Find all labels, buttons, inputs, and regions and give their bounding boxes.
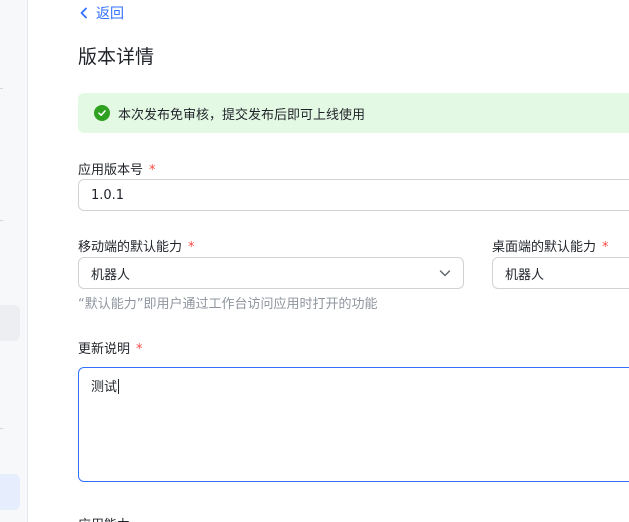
mobile-default-value: 机器人 xyxy=(91,267,131,283)
info-notice: 本次发布免审核，提交发布后即可上线使用 xyxy=(78,93,629,133)
release-notes-label: 更新说明 * xyxy=(78,338,143,357)
chevron-down-icon xyxy=(439,270,451,277)
desktop-default-label: 桌面端的默认能力 * xyxy=(492,236,609,255)
release-notes-textarea[interactable]: 测试 xyxy=(78,367,629,482)
mobile-default-label: 移动端的默认能力 * xyxy=(78,236,195,255)
back-link[interactable]: 返回 xyxy=(78,3,124,23)
required-mark: * xyxy=(188,240,195,255)
chevron-left-icon xyxy=(80,7,87,19)
app-abilities-label: 应用能力 xyxy=(78,514,130,522)
version-details-page: 返回 版本详情 本次发布免审核，提交发布后即可上线使用 应用版本号 * 1.0.1… xyxy=(0,0,629,522)
version-input[interactable]: 1.0.1 xyxy=(78,179,629,211)
page-title: 版本详情 xyxy=(78,46,155,68)
desktop-default-select[interactable]: 机器人 xyxy=(492,257,629,289)
sidebar-item[interactable] xyxy=(0,305,20,341)
version-value: 1.0.1 xyxy=(91,187,125,203)
text-caret xyxy=(118,379,120,394)
sidebar-divider xyxy=(0,428,3,429)
left-sidebar xyxy=(0,0,28,522)
notice-text: 本次发布免审核，提交发布后即可上线使用 xyxy=(118,107,366,123)
required-mark: * xyxy=(602,240,609,255)
mobile-default-label-text: 移动端的默认能力 xyxy=(78,240,183,255)
required-mark: * xyxy=(136,342,143,357)
mobile-default-select[interactable]: 机器人 xyxy=(78,257,464,289)
release-notes-value: 测试 xyxy=(91,380,118,395)
version-label: 应用版本号 * xyxy=(78,159,156,178)
version-label-text: 应用版本号 xyxy=(78,163,144,178)
default-ability-hint: “默认能力”即用户通过工作台访问应用时打开的功能 xyxy=(78,297,378,312)
sidebar-divider xyxy=(0,88,3,89)
desktop-default-label-text: 桌面端的默认能力 xyxy=(492,240,597,255)
desktop-default-value: 机器人 xyxy=(505,267,545,283)
sidebar-divider xyxy=(0,220,3,221)
sidebar-item-active[interactable] xyxy=(0,474,20,510)
back-label: 返回 xyxy=(96,6,124,22)
check-circle-icon xyxy=(94,105,110,121)
required-mark: * xyxy=(149,163,156,178)
release-notes-label-text: 更新说明 xyxy=(78,342,131,357)
